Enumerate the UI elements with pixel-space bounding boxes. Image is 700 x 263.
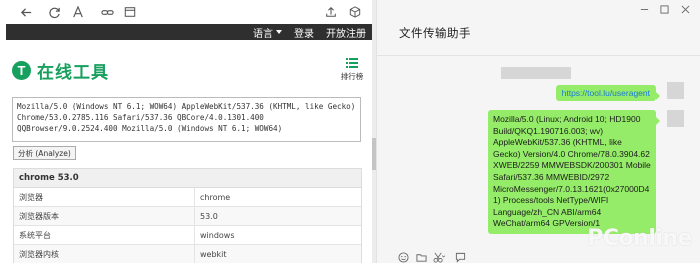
- redacted-message: [501, 67, 571, 79]
- table-row: 浏览器版本 53.0: [14, 207, 361, 226]
- pconline-watermark: PConline: [587, 226, 692, 251]
- folder-icon[interactable]: [415, 251, 427, 263]
- row-value: windows: [200, 230, 235, 240]
- site-title: 在线工具: [37, 63, 109, 83]
- ranking-button[interactable]: 排行榜: [338, 58, 366, 82]
- back-icon[interactable]: [17, 3, 35, 21]
- chat-history-icon[interactable]: [454, 251, 466, 263]
- row-key: 浏览器内核: [14, 245, 195, 263]
- logo-badge-icon: T: [12, 61, 31, 80]
- table-row: 浏览器内核 webkit: [14, 245, 361, 263]
- row-value: webkit: [200, 249, 227, 259]
- language-label: 语言: [253, 28, 273, 40]
- scissors-icon[interactable]: [433, 251, 445, 263]
- caret-down-icon: [276, 30, 282, 34]
- browser-toolbar: [0, 0, 376, 24]
- site-logo[interactable]: T 在线工具: [12, 58, 109, 83]
- link-icon[interactable]: [98, 3, 116, 21]
- refresh-icon[interactable]: [45, 3, 63, 21]
- title-divider: [377, 55, 700, 56]
- emoji-icon[interactable]: [397, 251, 409, 263]
- text-size-icon[interactable]: [69, 3, 87, 21]
- row-key: 系统平台: [14, 226, 195, 244]
- ranking-label: 排行榜: [340, 72, 364, 81]
- site-nav-bar: 语言 登录 开放注册: [6, 24, 372, 40]
- chat-window: 文件传输助手 https://tool.lu/useragent Mozilla…: [376, 0, 700, 263]
- avatar[interactable]: [667, 110, 684, 127]
- share-icon[interactable]: [322, 3, 340, 21]
- chat-title: 文件传输助手: [399, 26, 471, 40]
- minimize-icon[interactable]: [637, 3, 651, 15]
- table-row: 浏览器 chrome: [14, 188, 361, 207]
- browser-window: 语言 登录 开放注册 T 在线工具 排行榜 Mozilla/5.0 (Windo…: [0, 0, 376, 263]
- tabs-icon[interactable]: [121, 3, 139, 21]
- analyze-button[interactable]: 分析 (Analyze): [13, 146, 76, 160]
- row-key: 浏览器: [14, 188, 195, 206]
- maximize-icon[interactable]: [657, 3, 671, 15]
- ua-message-bubble[interactable]: Mozilla/5.0 (Linux; Android 10; HD1900 B…: [488, 110, 660, 234]
- row-value: chrome: [200, 192, 231, 202]
- result-table: chrome 53.0 浏览器 chrome 浏览器版本 53.0 系统平台 w…: [13, 168, 362, 263]
- language-menu[interactable]: 语言: [253, 25, 282, 40]
- row-value: 53.0: [200, 211, 218, 221]
- register-link[interactable]: 开放注册: [326, 25, 366, 40]
- row-key: 浏览器版本: [14, 207, 195, 225]
- table-row: 系统平台 windows: [14, 226, 361, 245]
- user-agent-textarea[interactable]: Mozilla/5.0 (Windows NT 6.1; WOW64) Appl…: [12, 97, 361, 142]
- list-icon: [346, 58, 358, 68]
- link-message-bubble[interactable]: https://tool.lu/useragent: [555, 85, 661, 101]
- close-icon[interactable]: [678, 3, 692, 15]
- result-title: chrome 53.0: [14, 169, 361, 188]
- box-icon[interactable]: [346, 3, 364, 21]
- avatar[interactable]: [667, 82, 684, 99]
- login-link[interactable]: 登录: [294, 25, 314, 40]
